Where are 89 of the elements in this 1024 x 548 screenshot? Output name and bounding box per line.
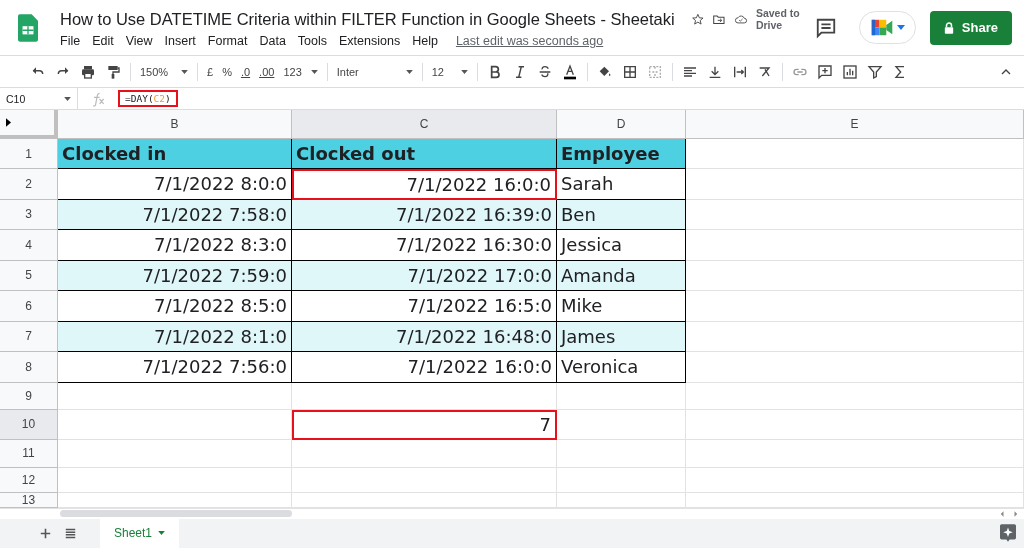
comment-add-icon[interactable] — [816, 63, 833, 80]
filter-icon[interactable] — [866, 63, 883, 80]
table-cell: 7/1/2022 8:1:0 — [58, 321, 292, 352]
table-cell: 7/1/2022 8:3:0 — [58, 230, 292, 261]
menu-item[interactable]: Tools — [297, 34, 328, 48]
caret-icon — [405, 69, 413, 74]
table-cell: 7/1/2022 7:59:0 — [58, 260, 292, 291]
caret-icon — [64, 96, 71, 101]
percent-button[interactable]: % — [222, 65, 232, 78]
table-cell: Clocked in — [58, 139, 292, 169]
chart-icon[interactable] — [841, 63, 858, 80]
menu-item[interactable]: Help — [412, 34, 438, 48]
caret-icon — [896, 25, 905, 30]
borders-icon[interactable] — [621, 63, 638, 80]
column-header[interactable]: E — [686, 110, 1024, 139]
menu-item[interactable]: Format — [207, 34, 248, 48]
table-cell: Veronica — [557, 352, 686, 383]
caret-icon — [460, 69, 468, 74]
column-header[interactable]: C — [292, 110, 557, 139]
cell-reference-field[interactable]: C10 — [0, 88, 78, 109]
row-header[interactable]: 9 — [0, 382, 58, 410]
font-size-select[interactable]: 12 — [431, 65, 468, 78]
fx-icon — [90, 90, 106, 107]
table-cell: 7/1/2022 16:0:0 — [292, 352, 557, 383]
sheets-logo-icon[interactable] — [18, 13, 38, 42]
menu-item[interactable]: Edit — [92, 34, 114, 48]
caret-icon — [158, 531, 166, 536]
row-header[interactable]: 12 — [0, 467, 58, 493]
table-cell: Mike — [557, 291, 686, 322]
row-header[interactable]: 1 — [0, 139, 58, 169]
row-header[interactable]: 11 — [0, 439, 58, 468]
save-status: Saved to Drive — [755, 7, 801, 31]
table-cell: 7/1/2022 16:39:0 — [292, 199, 557, 230]
row-header[interactable]: 7 — [0, 321, 58, 352]
lock-icon — [943, 21, 954, 34]
menu-item[interactable]: Extensions — [339, 34, 401, 48]
explore-icon[interactable] — [1000, 524, 1016, 543]
row-header[interactable]: 10 — [0, 409, 58, 440]
table-cell: 7/1/2022 16:0:0 — [292, 169, 557, 200]
row-header[interactable]: 6 — [0, 291, 58, 322]
table-cell: Employee — [557, 139, 686, 169]
row-header[interactable]: 5 — [0, 260, 58, 291]
increase-decimals-button[interactable]: .00 — [259, 65, 275, 78]
add-sheet-icon[interactable] — [40, 527, 51, 539]
sheet-tab[interactable]: Sheet1 — [100, 518, 180, 548]
caret-icon — [310, 69, 318, 74]
table-cell: 7/1/2022 17:0:0 — [292, 260, 557, 291]
scrollbar-thumb[interactable] — [60, 510, 292, 517]
zoom-select[interactable]: 150% — [140, 65, 188, 78]
row-header[interactable]: 3 — [0, 199, 58, 230]
menu-item[interactable]: Insert — [164, 34, 196, 48]
formula-field[interactable]: =DAY(C2) — [118, 90, 178, 107]
number-format-select[interactable]: 123 — [283, 65, 318, 78]
table-cell: 7/1/2022 8:0:0 — [58, 169, 292, 200]
caret-icon — [181, 69, 188, 74]
column-header[interactable]: D — [557, 110, 686, 139]
column-header[interactable]: B — [58, 110, 292, 139]
table-cell: 7 — [292, 409, 557, 440]
print-icon[interactable] — [80, 63, 96, 80]
select-all-icon[interactable] — [6, 118, 11, 127]
table-cell: James — [557, 321, 686, 352]
row-header[interactable]: 4 — [0, 230, 58, 261]
table-cell: Sarah — [557, 169, 686, 200]
table-cell: Amanda — [557, 260, 686, 291]
last-edit-link[interactable]: Last edit was seconds ago — [455, 34, 604, 48]
table-cell: Clocked out — [292, 139, 557, 169]
currency-button[interactable]: £ — [207, 65, 214, 78]
table-cell: 7/1/2022 16:30:0 — [292, 230, 557, 261]
table-cell: 7/1/2022 16:5:0 — [292, 291, 557, 322]
menu-item[interactable]: View — [125, 34, 153, 48]
table-cell: 7/1/2022 16:48:0 — [292, 321, 557, 352]
table-cell: 7/1/2022 7:58:0 — [58, 199, 292, 230]
row-header[interactable]: 2 — [0, 169, 58, 200]
video-camera-icon — [869, 18, 894, 37]
menu-item[interactable]: Data — [259, 34, 286, 48]
table-cell: 7/1/2022 8:5:0 — [58, 291, 292, 322]
table-cell: 7/1/2022 7:56:0 — [58, 352, 292, 383]
comment-icon[interactable] — [814, 16, 837, 39]
share-button[interactable]: Share — [929, 10, 1012, 45]
sheet-list-icon[interactable] — [65, 527, 76, 539]
row-header[interactable]: 8 — [0, 352, 58, 383]
paint-format-icon[interactable] — [105, 63, 121, 80]
font-select[interactable]: Inter — [336, 65, 413, 78]
decrease-decimals-button[interactable]: .0 — [240, 65, 251, 78]
document-title[interactable]: How to Use DATETIME Criteria within FILTER Function in Google Sheets - Sheetaki — [60, 9, 675, 29]
table-cell: Jessica — [557, 230, 686, 261]
menu-item[interactable]: File — [60, 34, 81, 48]
text-color-icon[interactable] — [561, 63, 578, 80]
table-cell: Ben — [557, 199, 686, 230]
